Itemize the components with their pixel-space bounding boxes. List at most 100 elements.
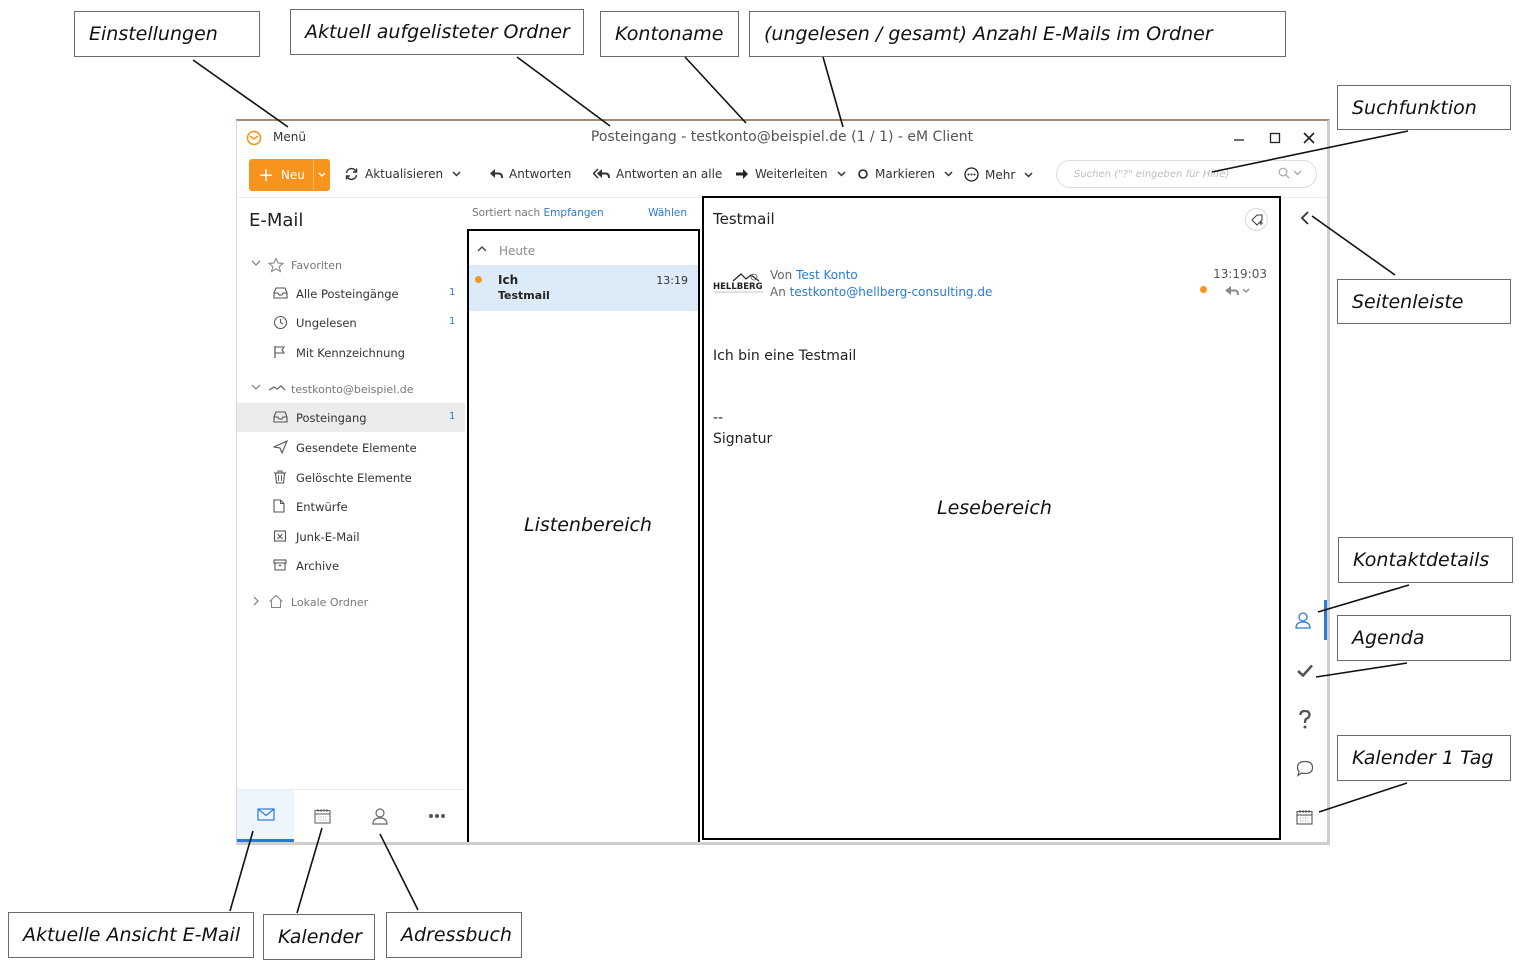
help-button[interactable] (1282, 699, 1327, 739)
unread-count: 1 (449, 287, 456, 298)
maximize-icon (1269, 132, 1281, 144)
unread-count: 1 (449, 411, 456, 422)
window-title: Posteingang - testkonto@beispiel.de (1 /… (590, 129, 974, 145)
callout-settings: Einstellungen (74, 11, 260, 57)
group-header-today[interactable]: Heute (469, 239, 698, 265)
junk-icon (273, 530, 287, 542)
ellipsis-icon (428, 814, 445, 818)
reply-menu-button[interactable] (1224, 282, 1250, 301)
sort-prefix: Sortiert nach (472, 207, 541, 219)
contacts-module-button[interactable] (351, 790, 408, 842)
sidebar-item-unread[interactable]: Ungelesen 1 (237, 308, 465, 337)
sidebar-item-label: Posteingang (296, 411, 367, 425)
from-line: Von Test Konto (770, 267, 992, 284)
sidebar-item-label: Alle Posteingänge (296, 287, 399, 301)
sender-link[interactable]: Test Konto (796, 268, 858, 282)
reply-icon (1225, 286, 1250, 296)
collapse-sidebar-button[interactable] (1282, 198, 1327, 238)
sidebar-item-deleted[interactable]: Gelöschte Elemente (237, 463, 465, 492)
callout-addressbook: Adressbuch (386, 912, 522, 958)
new-button[interactable]: + Neu (249, 159, 330, 191)
circle-mark-icon (858, 169, 868, 179)
agenda-button[interactable] (1282, 650, 1327, 690)
favorites-group[interactable]: Favoriten (237, 254, 465, 278)
sidebar-item-junk[interactable]: Junk-E-Mail (237, 522, 465, 551)
reply-button[interactable]: Antworten (489, 167, 571, 181)
calendar-icon (314, 809, 331, 824)
sidebar-item-all-inboxes[interactable]: Alle Posteingänge 1 (237, 279, 465, 308)
sidebar-item-flagged[interactable]: Mit Kennzeichnung (237, 338, 465, 367)
received-time: 13:19:03 (1213, 267, 1267, 281)
account-label: testkonto@beispiel.de (291, 383, 414, 396)
calendar-module-button[interactable] (294, 790, 351, 842)
contact-details-button[interactable] (1282, 600, 1327, 640)
account-group[interactable]: testkonto@beispiel.de (237, 378, 465, 402)
tag-add-icon (1250, 213, 1263, 226)
sidebar-item-drafts[interactable]: Entwürfe (237, 492, 465, 521)
sidebar-item-sent[interactable]: Gesendete Elemente (237, 433, 465, 462)
plus-icon: + (258, 163, 274, 186)
calendar-day-button[interactable] (1282, 797, 1327, 837)
refresh-label: Aktualisieren (365, 167, 444, 181)
minimize-button[interactable] (1222, 125, 1256, 151)
tag-button[interactable] (1245, 208, 1268, 231)
message-signature: -- Signatur (713, 408, 772, 450)
chat-button[interactable] (1282, 748, 1327, 788)
recipient-link[interactable]: testkonto@hellberg-consulting.de (790, 285, 993, 299)
callout-agenda: Agenda (1337, 615, 1511, 661)
local-folders-label: Lokale Ordner (291, 596, 369, 609)
more-icon (964, 167, 979, 182)
more-button[interactable]: Mehr (964, 167, 1039, 182)
message-header-meta: Von Test Konto An testkonto@hellberg-con… (770, 267, 992, 301)
sender-logo: HELLBERG (713, 273, 763, 293)
chevron-down-icon (452, 171, 461, 177)
document-icon (273, 499, 285, 513)
to-line: An testkonto@hellberg-consulting.de (770, 284, 992, 301)
callout-sidebar: Seitenleiste (1337, 279, 1511, 324)
home-icon (269, 594, 283, 609)
message-list: Heute Ich Testmail 13:19 (467, 229, 700, 842)
unread-dot[interactable] (475, 276, 482, 283)
more-modules-button[interactable] (408, 790, 465, 842)
new-dropdown-button[interactable] (313, 159, 330, 191)
clock-icon (273, 315, 288, 330)
signature-text: Signatur (713, 431, 773, 447)
sort-field-link[interactable]: Empfangen (544, 207, 604, 219)
refresh-icon (345, 167, 358, 181)
checkmark-icon (1296, 664, 1313, 677)
search-input[interactable]: Suchen ("?" eingeben für Hilfe) (1056, 160, 1317, 188)
mark-button[interactable]: Markieren (857, 167, 959, 181)
forward-button[interactable]: Weiterleiten (735, 167, 852, 181)
sort-indicator[interactable]: Sortiert nach Empfangen (472, 207, 604, 219)
right-sidebar (1282, 198, 1327, 842)
message-subject: Testmail (498, 289, 550, 302)
sidebar-title: E-Mail (249, 210, 304, 231)
list-item[interactable]: Ich Testmail 13:19 (469, 265, 698, 311)
unread-count: 1 (449, 316, 456, 327)
chevron-up-icon (477, 246, 487, 252)
chevron-down-icon (1293, 170, 1302, 176)
search-controls (1278, 167, 1302, 179)
mail-module-button[interactable] (237, 790, 294, 842)
more-label: Mehr (985, 167, 1016, 182)
choose-link[interactable]: Wählen (648, 207, 687, 219)
callout-folder: Aktuell aufgelisteter Ordner (290, 9, 584, 55)
callout-calendar: Kalender (263, 914, 375, 960)
inbox-icon (273, 287, 288, 299)
refresh-button[interactable]: Aktualisieren (344, 167, 467, 181)
forward-icon (736, 169, 748, 179)
message-sender: Ich (498, 273, 519, 287)
chevron-left-icon (1300, 211, 1309, 225)
maximize-button[interactable] (1258, 125, 1292, 151)
reply-label: Antworten (509, 167, 572, 181)
callout-count: (ungelesen / gesamt) Anzahl E-Mails im O… (749, 11, 1286, 57)
unread-dot[interactable] (1200, 286, 1207, 293)
reply-all-button[interactable]: Antworten an alle (593, 167, 722, 181)
from-prefix: Von (770, 268, 793, 282)
close-button[interactable] (1292, 125, 1326, 151)
local-folders-group[interactable]: Lokale Ordner (237, 591, 465, 615)
sidebar-item-archive[interactable]: Archive (237, 551, 465, 580)
mail-icon (256, 808, 275, 821)
chevron-right-icon (253, 596, 259, 606)
sidebar-item-inbox[interactable]: Posteingang 1 (237, 403, 465, 432)
